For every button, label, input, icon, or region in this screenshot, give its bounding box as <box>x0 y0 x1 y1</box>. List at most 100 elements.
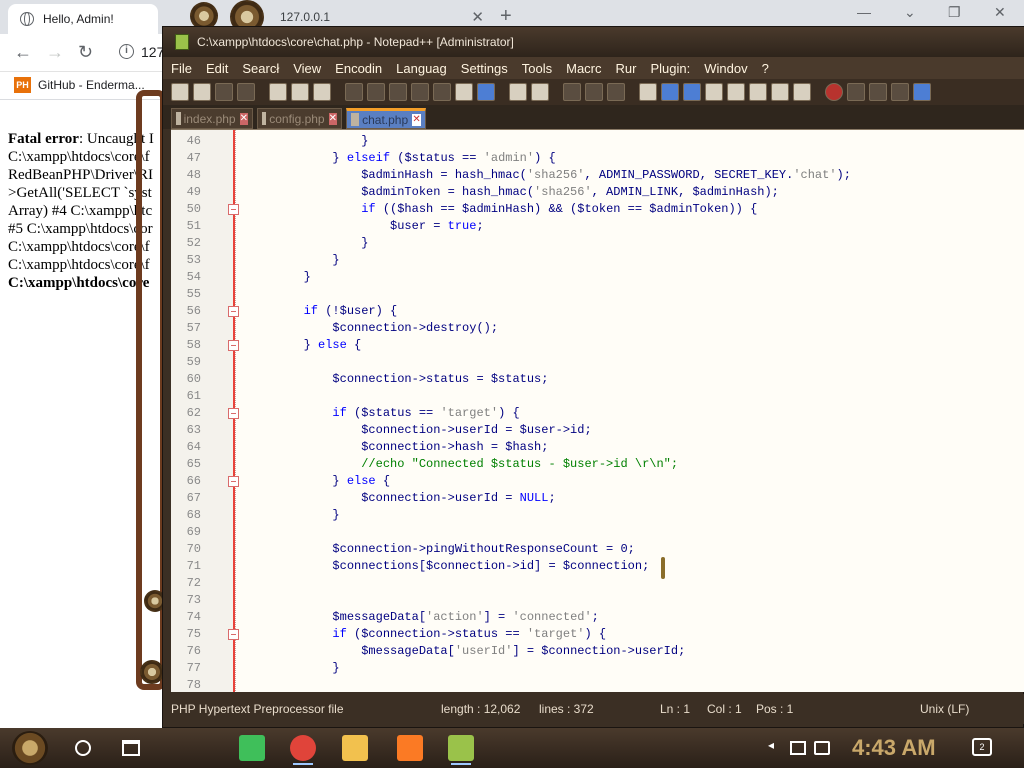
back-arrow-icon[interactable]: ← <box>14 42 32 63</box>
npp-titlebar[interactable]: C:\xampp\htdocs\core\chat.php - Notepad+… <box>163 27 1024 57</box>
code-line[interactable]: 49 $adminToken = hash_hmac('sha256', ADM… <box>171 184 1024 201</box>
indent-guide-icon[interactable] <box>683 83 701 101</box>
start-button[interactable] <box>12 731 48 765</box>
menu-item[interactable]: Edit <box>206 61 228 76</box>
site-info-icon[interactable]: i <box>119 44 134 59</box>
code-line[interactable]: 61 <box>171 388 1024 405</box>
sync-scroll-icon[interactable] <box>563 83 581 101</box>
browser-tab-active[interactable]: Hello, Admin! <box>8 4 158 34</box>
fold-toggle-icon[interactable] <box>228 306 239 317</box>
file-explorer-icon[interactable] <box>342 735 368 761</box>
code-line[interactable]: 53 } <box>171 252 1024 269</box>
code-line[interactable]: 48 $adminHash = hash_hmac('sha256', ADMI… <box>171 167 1024 184</box>
code-line[interactable]: 55 <box>171 286 1024 303</box>
tray-chevron-icon[interactable]: ◂ <box>768 738 774 752</box>
forward-arrow-icon[interactable]: → <box>46 42 64 63</box>
volume-muted-icon[interactable] <box>814 741 830 755</box>
fold-toggle-icon[interactable] <box>228 204 239 215</box>
xampp-icon[interactable] <box>397 735 423 761</box>
bookmark-github[interactable]: GitHub - Enderma... <box>38 78 145 92</box>
search-icon[interactable] <box>75 740 91 756</box>
fold-toggle-icon[interactable] <box>228 408 239 419</box>
code-line[interactable]: 52 } <box>171 235 1024 252</box>
code-line[interactable]: 66 } else { <box>171 473 1024 490</box>
code-line[interactable]: 75 if ($connection->status == 'target') … <box>171 626 1024 643</box>
menu-item[interactable]: Macrc <box>566 61 601 76</box>
undo-icon[interactable] <box>411 83 429 101</box>
notification-center-icon[interactable]: 2 <box>972 738 992 756</box>
replace-icon[interactable] <box>477 83 495 101</box>
open-file-icon[interactable] <box>193 83 211 101</box>
function-list-icon[interactable] <box>749 83 767 101</box>
close-file-icon[interactable] <box>269 83 287 101</box>
run-macro-multiple-icon[interactable] <box>891 83 909 101</box>
code-line[interactable]: 71 $connections[$connection->id] = $conn… <box>171 558 1024 575</box>
menu-item[interactable]: View <box>293 61 321 76</box>
wrap-icon[interactable] <box>639 83 657 101</box>
cut-icon[interactable] <box>345 83 363 101</box>
menu-item[interactable]: Rur <box>616 61 637 76</box>
code-line[interactable]: 74 $messageData['action'] = 'connected'; <box>171 609 1024 626</box>
code-line[interactable]: 57 $connection->destroy(); <box>171 320 1024 337</box>
code-line[interactable]: 58 } else { <box>171 337 1024 354</box>
code-line[interactable]: 77 } <box>171 660 1024 677</box>
menu-item[interactable]: Searcł <box>242 61 279 76</box>
code-line[interactable]: 50 if (($hash == $adminHash) && ($token … <box>171 201 1024 218</box>
code-line[interactable]: 51 $user = true; <box>171 218 1024 235</box>
chevron-down-icon[interactable]: ⌄ <box>904 4 916 21</box>
zoom-out-icon[interactable] <box>531 83 549 101</box>
zoom-in-icon[interactable] <box>509 83 527 101</box>
code-line[interactable]: 47 } elseif ($status == 'admin') { <box>171 150 1024 167</box>
code-line[interactable]: 70 $connection->pingWithoutResponseCount… <box>171 541 1024 558</box>
fold-toggle-icon[interactable] <box>228 629 239 640</box>
chrome-icon[interactable] <box>290 735 316 765</box>
file-tab[interactable]: config.php ✕ <box>257 108 342 129</box>
save-icon[interactable] <box>215 83 233 101</box>
save-all-icon[interactable] <box>237 83 255 101</box>
new-file-icon[interactable] <box>171 83 189 101</box>
code-line[interactable]: 59 <box>171 354 1024 371</box>
monitoring-icon[interactable] <box>793 83 811 101</box>
file-tab[interactable]: index.php ✕ <box>171 108 253 129</box>
show-all-chars-icon[interactable] <box>661 83 679 101</box>
code-line[interactable]: 64 $connection->hash = $hash; <box>171 439 1024 456</box>
close-all-icon[interactable] <box>291 83 309 101</box>
code-line[interactable]: 56 if (!$user) { <box>171 303 1024 320</box>
word-wrap-icon[interactable] <box>607 83 625 101</box>
menu-item[interactable]: File <box>171 61 192 76</box>
code-line[interactable]: 54 } <box>171 269 1024 286</box>
close-window-icon[interactable]: ✕ <box>994 4 1006 21</box>
paste-icon[interactable] <box>389 83 407 101</box>
code-line[interactable]: 69 <box>171 524 1024 541</box>
fold-toggle-icon[interactable] <box>228 476 239 487</box>
code-line[interactable]: 60 $connection->status = $status; <box>171 371 1024 388</box>
fold-toggle-icon[interactable] <box>228 340 239 351</box>
folder-workspace-icon[interactable] <box>771 83 789 101</box>
sync-scroll-h-icon[interactable] <box>585 83 603 101</box>
menu-item[interactable]: Windov <box>704 61 747 76</box>
code-editor[interactable]: 46 } 47 } elseif ($status == 'admin') {48… <box>171 129 1024 692</box>
record-macro-icon[interactable] <box>825 83 843 101</box>
play-macro-icon[interactable] <box>869 83 887 101</box>
code-line[interactable]: 76 $messageData['userId'] = $connection-… <box>171 643 1024 660</box>
code-line[interactable]: 73 <box>171 592 1024 609</box>
close-tab-icon[interactable]: ✕ <box>412 113 421 126</box>
address-bar[interactable]: 127 <box>141 44 164 60</box>
code-line[interactable]: 63 $connection->userId = $user->id; <box>171 422 1024 439</box>
taskbar-clock[interactable]: 4:43 AM <box>852 735 936 761</box>
menu-item[interactable]: Encodin <box>335 61 382 76</box>
code-line[interactable]: 65 //echo "Connected $status - $user->id… <box>171 456 1024 473</box>
menu-item[interactable]: Plugin: <box>650 61 690 76</box>
redo-icon[interactable] <box>433 83 451 101</box>
menu-item[interactable]: Languag <box>396 61 447 76</box>
code-line[interactable]: 62 if ($status == 'target') { <box>171 405 1024 422</box>
green-app-icon[interactable] <box>239 735 265 761</box>
restore-icon[interactable]: ❐ <box>948 4 961 21</box>
menu-item[interactable]: Settings <box>461 61 508 76</box>
file-tab[interactable]: chat.php ✕ <box>346 108 426 129</box>
print-icon[interactable] <box>313 83 331 101</box>
find-icon[interactable] <box>455 83 473 101</box>
reload-icon[interactable]: ↻ <box>78 42 93 63</box>
notepadpp-icon[interactable] <box>448 735 474 765</box>
copy-icon[interactable] <box>367 83 385 101</box>
